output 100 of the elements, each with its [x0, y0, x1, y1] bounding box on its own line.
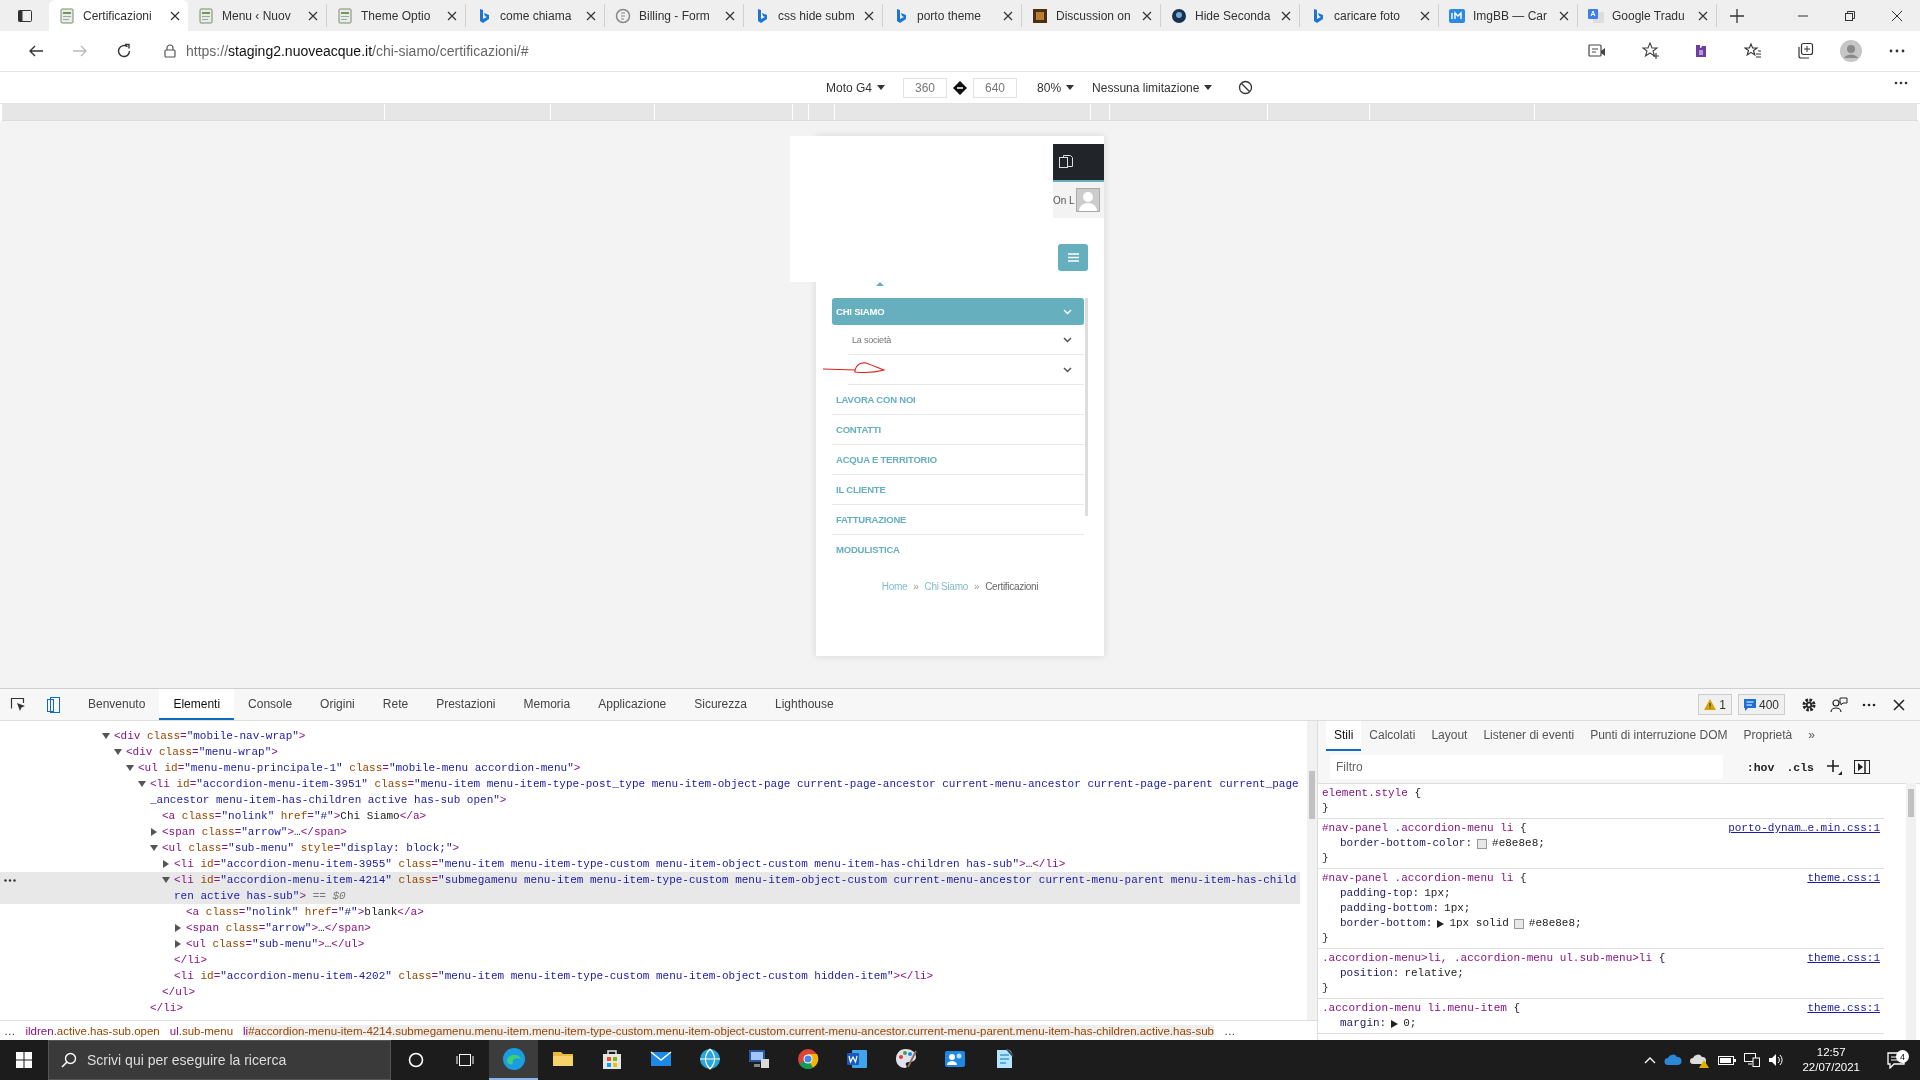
- property-value[interactable]: #e8e8e8;: [1492, 836, 1545, 851]
- more-icon[interactable]: [4, 879, 16, 882]
- swap-dimensions-icon[interactable]: [953, 80, 968, 95]
- network-icon[interactable]: [1744, 1053, 1761, 1067]
- width-field[interactable]: 360: [903, 77, 948, 98]
- close-icon[interactable]: [1142, 10, 1152, 21]
- chevron-up-icon[interactable]: [1644, 1056, 1657, 1064]
- globe-icon[interactable]: [697, 1047, 722, 1071]
- close-icon[interactable]: [1698, 10, 1708, 21]
- dom-node[interactable]: <span class="arrow">…</span>: [0, 824, 1300, 840]
- devtools-tab[interactable]: Prestazioni: [422, 689, 510, 720]
- close-icon[interactable]: [308, 10, 318, 21]
- collections-icon[interactable]: [1796, 42, 1814, 60]
- lock-icon[interactable]: [164, 44, 176, 58]
- triangle-right-icon[interactable]: [150, 828, 158, 836]
- css-selector[interactable]: #nav-panel .accordion-menu li {: [1322, 821, 1527, 836]
- devtools-tab[interactable]: Memoria: [509, 689, 585, 720]
- property-value[interactable]: 0;: [1403, 1016, 1417, 1031]
- devtools-tab[interactable]: Rete: [368, 689, 423, 720]
- browser-tab[interactable]: ImgBB — Car: [1439, 4, 1578, 27]
- speaker-icon[interactable]: [1768, 1053, 1785, 1067]
- close-icon[interactable]: [1893, 698, 1905, 711]
- favorites-icon[interactable]: [1744, 42, 1762, 60]
- scrollbar[interactable]: [1085, 298, 1088, 516]
- notifications-icon[interactable]: [1887, 1051, 1905, 1069]
- property-name[interactable]: padding-top:: [1340, 886, 1420, 901]
- refresh-icon[interactable]: [116, 43, 132, 59]
- height-field[interactable]: 640: [973, 77, 1018, 98]
- browser-tab[interactable]: Hide Seconda: [1161, 4, 1300, 27]
- browser-tab[interactable]: css hide subm: [744, 4, 883, 27]
- dom-node[interactable]: <div class="mobile-nav-wrap">: [0, 728, 1300, 744]
- devtools-tab[interactable]: Benvenuto: [74, 689, 160, 720]
- triangle-right-icon[interactable]: [162, 860, 170, 868]
- breadcrumb-item[interactable]: li#accordion-menu-item-4214.submegamenu.menu-item.menu-item-type-custom.menu-item-object-custom.current-menu-ancestor.current-menu-parent.menu-item-has-children.active.has-sub: [243, 1024, 1214, 1037]
- styles-tab[interactable]: Proprietà: [1735, 721, 1801, 751]
- styles-tab[interactable]: Calcolati: [1361, 721, 1424, 751]
- browser-tab[interactable]: Certificazioni: [49, 0, 188, 31]
- devtools-tab[interactable]: Lighthouse: [760, 689, 848, 720]
- dom-node[interactable]: </li>: [0, 952, 1300, 968]
- scrollbar[interactable]: [1906, 783, 1916, 1040]
- chevron-down-icon[interactable]: [1063, 336, 1072, 343]
- devtools-tab[interactable]: Applicazione: [584, 689, 681, 720]
- dom-node[interactable]: </ul>: [0, 984, 1300, 1000]
- styles-tab[interactable]: Listener di eventi: [1475, 721, 1583, 751]
- swirl-icon[interactable]: [501, 1047, 526, 1071]
- browser-tab[interactable]: Google Tradu: [1578, 4, 1717, 27]
- class-button[interactable]: .cls: [1786, 760, 1814, 774]
- cloud-icon[interactable]: [1664, 1054, 1683, 1066]
- extension-icon[interactable]: [1693, 43, 1709, 59]
- property-value[interactable]: 1px solid: [1449, 916, 1509, 931]
- dom-node[interactable]: <li id="accordion-menu-item-3951" class="menu-item menu-item-type-post_type menu-item-object-page current-page-ancestor current-menu-ancestor current-page-parent current_page_ancestor menu-item-has-children active has-sub open">: [0, 776, 1300, 808]
- styles-tab[interactable]: Stili: [1326, 721, 1362, 751]
- inspect-icon[interactable]: [10, 696, 26, 713]
- devtools-tab[interactable]: Origini: [306, 689, 369, 720]
- dom-node[interactable]: <span class="arrow">…</span>: [0, 920, 1300, 936]
- property-name[interactable]: padding-bottom:: [1340, 901, 1440, 916]
- close-icon[interactable]: [864, 10, 874, 21]
- dom-node[interactable]: <li id="accordion-menu-item-3955" class="menu-item menu-item-type-custom menu-item-object-custom menu-item-has-children has-sub">…</li>: [0, 856, 1300, 872]
- messages-badge[interactable]: 400: [1737, 694, 1785, 715]
- more-icon[interactable]: [1862, 702, 1876, 707]
- copy-icon[interactable]: [1058, 154, 1074, 170]
- close-icon[interactable]: [1281, 10, 1291, 21]
- scrollbar[interactable]: [1307, 721, 1317, 1020]
- source-link[interactable]: theme.css:1: [1807, 1001, 1884, 1016]
- property-name[interactable]: position:: [1340, 966, 1400, 981]
- dom-node[interactable]: </li>: [0, 1000, 1300, 1016]
- filter-field[interactable]: Filtro: [1330, 755, 1723, 779]
- color-swatch[interactable]: [1513, 918, 1524, 929]
- more-icon[interactable]: [1889, 49, 1905, 53]
- breadcrumb-item[interactable]: ul.sub-menu: [169, 1024, 234, 1037]
- rotation-lock-icon[interactable]: [1238, 80, 1254, 95]
- close-icon[interactable]: [586, 10, 596, 21]
- settings-icon[interactable]: [1801, 696, 1817, 713]
- close-icon[interactable]: [1891, 10, 1902, 21]
- property-name[interactable]: border-bottom:: [1340, 916, 1433, 931]
- close-icon[interactable]: [1420, 10, 1430, 21]
- more-icon[interactable]: [1894, 81, 1908, 85]
- device-icon[interactable]: [47, 696, 61, 713]
- browser-tab[interactable]: caricare foto: [1300, 4, 1439, 27]
- battery-icon[interactable]: [1718, 1054, 1737, 1066]
- devtools-tab[interactable]: Console: [234, 689, 307, 720]
- search-field[interactable]: Scrivi qui per eseguire la ricerca: [48, 1040, 391, 1080]
- color-swatch[interactable]: [1477, 838, 1488, 849]
- triangle-down-icon[interactable]: [162, 876, 170, 884]
- property-value[interactable]: 1px;: [1444, 901, 1471, 916]
- browser-tab[interactable]: Menu ‹ Nuov: [188, 4, 327, 27]
- browser-tab[interactable]: Discussion on: [1022, 4, 1161, 27]
- dom-node[interactable]: <ul class="sub-menu">…</ul>: [0, 936, 1300, 952]
- expand-triangle-icon[interactable]: [1437, 919, 1445, 928]
- source-link[interactable]: theme.css:1: [1807, 951, 1884, 966]
- property-name[interactable]: margin:: [1340, 1016, 1387, 1031]
- close-icon[interactable]: [1559, 10, 1569, 21]
- more-tabs-button[interactable]: »: [1800, 721, 1823, 751]
- sidebar-toggle-icon[interactable]: [1854, 760, 1870, 774]
- document-icon[interactable]: [844, 1047, 869, 1071]
- css-selector[interactable]: #nav-panel .accordion-menu li {: [1322, 871, 1527, 886]
- css-selector[interactable]: .accordion-menu li.menu-item {: [1322, 1001, 1521, 1016]
- crumbs-scroll-button[interactable]: …: [1223, 1024, 1236, 1037]
- feedback-icon[interactable]: [1830, 696, 1848, 713]
- property-name[interactable]: border-bottom-color:: [1340, 836, 1473, 851]
